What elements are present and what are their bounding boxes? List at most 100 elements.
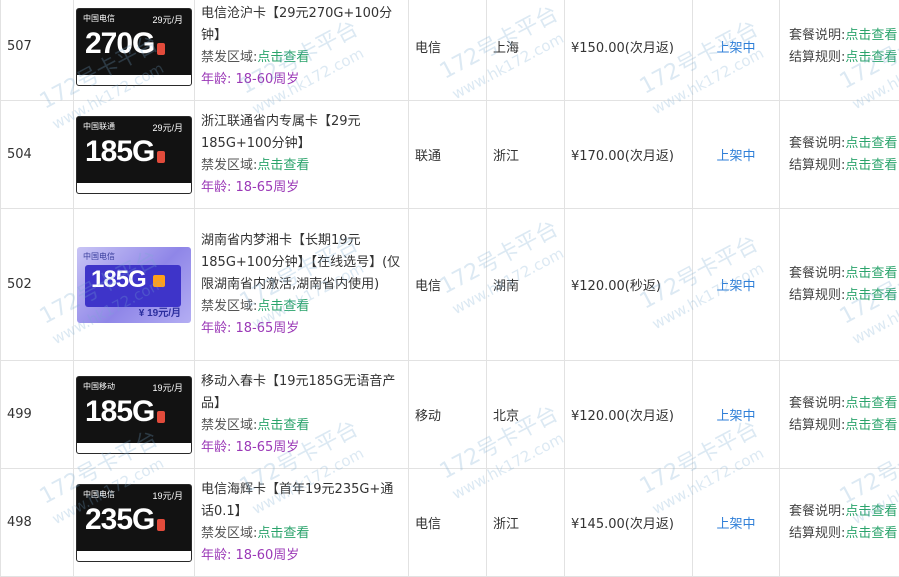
links-cell: 套餐说明:点击查看 结算规则:点击查看 <box>780 469 899 577</box>
region: 浙江 <box>487 469 565 577</box>
region: 北京 <box>487 361 565 469</box>
product-image-cell: 中国电信 19元/月 235G <box>74 469 195 577</box>
product-title: 电信沧沪卡【29元270G+100分钟】 <box>201 3 402 47</box>
banned-region-label: 禁发区域: <box>201 50 257 65</box>
product-image-cell: 中国移动 19元/月 185G <box>74 361 195 469</box>
card-data-text: 235G <box>85 503 154 537</box>
settlement-rule-link[interactable]: 点击查看 <box>845 418 897 433</box>
product-info-cell: 电信沧沪卡【29元270G+100分钟】 禁发区域:点击查看 年龄: 18-60… <box>195 0 409 101</box>
product-table-body: 507 中国电信 29元/月 270G 电信沧沪卡【29元270G+100分钟】… <box>1 0 899 577</box>
status-cell: 上架中 <box>693 361 780 469</box>
product-info-cell: 电信海辉卡【首年19元235G+通话0.1】 禁发区域:点击查看 年龄: 18-… <box>195 469 409 577</box>
card-price-text: ¥ 19元/月 <box>139 304 181 319</box>
commission-price: ¥150.00(次月返) <box>565 0 693 101</box>
status-cell: 上架中 <box>693 101 780 209</box>
banned-region-link[interactable]: 点击查看 <box>257 158 309 173</box>
plan-desc-link[interactable]: 点击查看 <box>845 266 897 281</box>
banned-region-link[interactable]: 点击查看 <box>257 299 309 314</box>
status-badge[interactable]: 上架中 <box>716 149 755 164</box>
product-id: 504 <box>1 101 74 209</box>
plan-desc-label: 套餐说明: <box>789 504 845 519</box>
product-id: 499 <box>1 361 74 469</box>
banned-region-link[interactable]: 点击查看 <box>257 418 309 433</box>
card-data-text: 185G <box>85 395 154 429</box>
product-info-cell: 湖南省内梦湘卡【长期19元185G+100分钟】【在线选号】(仅限湖南省内激活,… <box>195 209 409 361</box>
status-cell: 上架中 <box>693 209 780 361</box>
table-row: 504 中国联通 29元/月 185G 浙江联通省内专属卡【29元185G+10… <box>1 101 899 209</box>
age-range: 年龄: 18-60周岁 <box>201 69 402 91</box>
card-data-text: 185G <box>91 266 146 294</box>
plan-desc-link[interactable]: 点击查看 <box>845 396 897 411</box>
operator: 电信 <box>409 469 487 577</box>
status-badge[interactable]: 上架中 <box>716 279 755 294</box>
plan-desc-label: 套餐说明: <box>789 136 845 151</box>
sim-card-image: 中国电信 ¥ 19元/月 185G <box>77 247 191 323</box>
table-row: 507 中国电信 29元/月 270G 电信沧沪卡【29元270G+100分钟】… <box>1 0 899 101</box>
sim-chip-icon <box>157 43 165 55</box>
operator: 移动 <box>409 361 487 469</box>
sim-chip-icon <box>157 411 165 423</box>
status-badge[interactable]: 上架中 <box>716 41 755 56</box>
card-info-strip <box>77 183 191 193</box>
card-data-text: 270G <box>85 27 154 61</box>
banned-region-link[interactable]: 点击查看 <box>257 50 309 65</box>
sim-chip-icon <box>157 519 165 531</box>
product-id: 507 <box>1 0 74 101</box>
status-badge[interactable]: 上架中 <box>716 409 755 424</box>
commission-price: ¥120.00(秒返) <box>565 209 693 361</box>
banned-region-label: 禁发区域: <box>201 418 257 433</box>
links-cell: 套餐说明:点击查看 结算规则:点击查看 <box>780 0 899 101</box>
region: 浙江 <box>487 101 565 209</box>
plan-desc-link[interactable]: 点击查看 <box>845 28 897 43</box>
settlement-rule-link[interactable]: 点击查看 <box>845 526 897 541</box>
settlement-rule-label: 结算规则: <box>789 526 845 541</box>
product-title: 湖南省内梦湘卡【长期19元185G+100分钟】【在线选号】(仅限湖南省内激活,… <box>201 230 402 296</box>
card-price-text: 19元/月 <box>152 381 183 394</box>
table-row: 499 中国移动 19元/月 185G 移动入春卡【19元185G无语音产品】 … <box>1 361 899 469</box>
sim-card-image: 中国移动 19元/月 185G <box>76 376 192 454</box>
card-price-text: 19元/月 <box>152 489 183 502</box>
product-title: 浙江联通省内专属卡【29元185G+100分钟】 <box>201 111 402 155</box>
product-id: 498 <box>1 469 74 577</box>
age-range: 年龄: 18-65周岁 <box>201 437 402 459</box>
card-brand-text: 中国移动 <box>83 381 115 392</box>
settlement-rule-link[interactable]: 点击查看 <box>845 288 897 303</box>
sim-card-image: 中国联通 29元/月 185G <box>76 116 192 194</box>
card-brand-text: 中国电信 <box>83 13 115 24</box>
settlement-rule-label: 结算规则: <box>789 50 845 65</box>
card-brand-text: 中国电信 <box>83 251 115 262</box>
product-id: 502 <box>1 209 74 361</box>
product-image-cell: 中国电信 ¥ 19元/月 185G <box>74 209 195 361</box>
operator: 电信 <box>409 209 487 361</box>
status-badge[interactable]: 上架中 <box>716 517 755 532</box>
commission-price: ¥170.00(次月返) <box>565 101 693 209</box>
plan-desc-link[interactable]: 点击查看 <box>845 136 897 151</box>
settlement-rule-link[interactable]: 点击查看 <box>845 50 897 65</box>
plan-desc-label: 套餐说明: <box>789 28 845 43</box>
card-price-text: 29元/月 <box>152 13 183 26</box>
settlement-rule-link[interactable]: 点击查看 <box>845 158 897 173</box>
sim-chip-icon <box>157 151 165 163</box>
region: 湖南 <box>487 209 565 361</box>
sim-card-image: 中国电信 19元/月 235G <box>76 484 192 562</box>
settlement-rule-label: 结算规则: <box>789 158 845 173</box>
age-range: 年龄: 18-60周岁 <box>201 545 402 567</box>
card-brand-text: 中国电信 <box>83 489 115 500</box>
card-info-strip <box>77 551 191 561</box>
banned-region-label: 禁发区域: <box>201 299 257 314</box>
commission-price: ¥145.00(次月返) <box>565 469 693 577</box>
sim-chip-icon <box>153 275 165 287</box>
banned-region-label: 禁发区域: <box>201 526 257 541</box>
card-info-strip <box>77 75 191 85</box>
plan-desc-label: 套餐说明: <box>789 396 845 411</box>
settlement-rule-label: 结算规则: <box>789 288 845 303</box>
links-cell: 套餐说明:点击查看 结算规则:点击查看 <box>780 101 899 209</box>
plan-desc-link[interactable]: 点击查看 <box>845 504 897 519</box>
banned-region-link[interactable]: 点击查看 <box>257 526 309 541</box>
product-title: 移动入春卡【19元185G无语音产品】 <box>201 371 402 415</box>
plan-desc-label: 套餐说明: <box>789 266 845 281</box>
product-info-cell: 浙江联通省内专属卡【29元185G+100分钟】 禁发区域:点击查看 年龄: 1… <box>195 101 409 209</box>
product-title: 电信海辉卡【首年19元235G+通话0.1】 <box>201 479 402 523</box>
card-brand-text: 中国联通 <box>83 121 115 132</box>
card-info-strip <box>77 443 191 453</box>
